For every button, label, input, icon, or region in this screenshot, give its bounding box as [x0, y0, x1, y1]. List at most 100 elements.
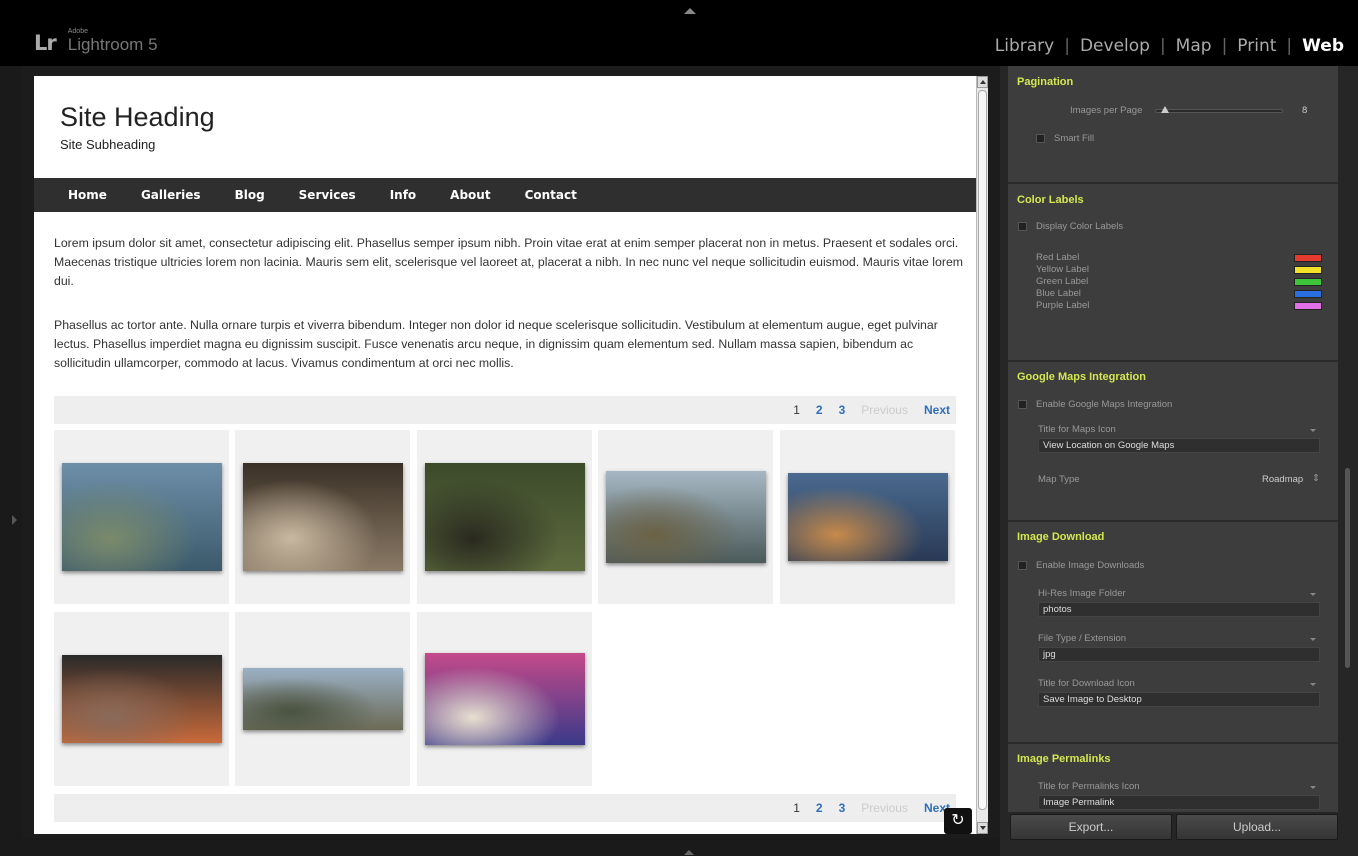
pagination-bottom: 1 2 3 Previous Next — [54, 794, 956, 822]
images-per-page-value[interactable]: 8 — [1302, 105, 1307, 116]
display-color-labels-label: Display Color Labels — [1036, 221, 1124, 232]
blue-label-swatch[interactable] — [1294, 290, 1322, 298]
chevron-down-icon[interactable] — [1310, 429, 1316, 432]
slider-handle[interactable] — [1161, 106, 1169, 113]
expand-filmstrip-arrow-icon[interactable] — [684, 850, 694, 855]
nav-services[interactable]: Services — [299, 188, 356, 202]
bottom-panel-collapsed-strip — [0, 838, 1000, 856]
stepper-icon[interactable]: ⇕ — [1312, 473, 1320, 484]
app-logo: Lr Adobe Lightroom 5 — [34, 28, 158, 54]
refresh-icon[interactable]: ↻ — [944, 808, 972, 834]
module-web[interactable]: Web — [1302, 36, 1344, 56]
previous-page-link[interactable]: Previous — [861, 801, 908, 815]
blue-label-name: Blue Label — [1036, 288, 1081, 299]
nav-info[interactable]: Info — [390, 188, 416, 202]
site-paragraph: Lorem ipsum dolor sit amet, consectetur … — [54, 236, 964, 288]
scroll-down-arrow-icon[interactable] — [977, 822, 988, 834]
hires-folder-label: Hi-Res Image Folder — [1038, 588, 1126, 599]
thumbnail-cell[interactable] — [54, 430, 229, 604]
stilt-house-photo — [61, 463, 222, 571]
yellow-label-swatch[interactable] — [1294, 266, 1322, 274]
page-3-link[interactable]: 3 — [839, 801, 846, 815]
file-type-label: File Type / Extension — [1038, 633, 1127, 644]
site-header: Site Heading Site Subheading — [34, 76, 976, 178]
river-boats-photo — [605, 471, 766, 563]
preview-scrollbar[interactable] — [976, 76, 988, 834]
top-bar: Lr Adobe Lightroom 5 Library | Develop |… — [0, 0, 1358, 66]
thumbnail-cell[interactable] — [54, 612, 229, 786]
module-print[interactable]: Print — [1237, 36, 1276, 56]
section-title[interactable]: Image Download — [1017, 531, 1104, 543]
site-heading[interactable]: Site Heading — [60, 102, 215, 133]
thumbnail-cell[interactable] — [235, 612, 410, 786]
canal-town-night-photo — [787, 473, 948, 561]
thumbnail-cell[interactable] — [417, 430, 592, 604]
purple-label-swatch[interactable] — [1294, 302, 1322, 310]
module-map[interactable]: Map — [1176, 36, 1212, 56]
scroll-up-arrow-icon[interactable] — [977, 76, 988, 88]
nav-galleries[interactable]: Galleries — [141, 188, 201, 202]
nav-about[interactable]: About — [450, 188, 490, 202]
download-icon-title-field[interactable]: Save Image to Desktop — [1038, 692, 1320, 707]
chevron-down-icon[interactable] — [1310, 593, 1316, 596]
thumbnail-cell[interactable] — [780, 430, 955, 604]
smart-fill-checkbox[interactable] — [1036, 134, 1045, 143]
section-title[interactable]: Color Labels — [1017, 194, 1084, 206]
red-label-swatch[interactable] — [1294, 254, 1322, 262]
left-panel-collapsed-strip — [0, 66, 22, 856]
permalinks-icon-title-label: Title for Permalinks Icon — [1038, 781, 1140, 792]
panel-button-bar: Export... Upload... — [1008, 812, 1338, 856]
color-labels-section: Color Labels Display Color Labels Red La… — [1008, 182, 1338, 360]
nav-home[interactable]: Home — [68, 188, 107, 202]
module-separator: | — [1286, 36, 1293, 56]
page-1-link[interactable]: 1 — [793, 403, 800, 417]
export-button[interactable]: Export... — [1010, 814, 1172, 840]
section-title[interactable]: Google Maps Integration — [1017, 371, 1146, 383]
hires-folder-field[interactable]: photos — [1038, 602, 1320, 617]
panel-scroll-thumb[interactable] — [1345, 468, 1350, 668]
thumbnail-cell[interactable] — [417, 612, 592, 786]
chevron-down-icon[interactable] — [1310, 786, 1316, 789]
upload-button[interactable]: Upload... — [1176, 814, 1338, 840]
permalinks-icon-title-field[interactable]: Image Permalink — [1038, 795, 1320, 810]
section-title[interactable]: Image Permalinks — [1017, 753, 1111, 765]
chevron-down-icon[interactable] — [1310, 683, 1316, 686]
download-icon-title-label: Title for Download Icon — [1038, 678, 1135, 689]
nav-contact[interactable]: Contact — [525, 188, 577, 202]
next-page-link[interactable]: Next — [924, 403, 950, 417]
image-permalinks-section: Image Permalinks Title for Permalinks Ic… — [1008, 742, 1338, 812]
display-color-labels-checkbox[interactable] — [1018, 222, 1027, 231]
maps-icon-title-field[interactable]: View Location on Google Maps — [1038, 438, 1320, 453]
enable-image-downloads-label: Enable Image Downloads — [1036, 560, 1145, 571]
preview-scroll-thumb[interactable] — [978, 90, 987, 810]
file-type-field[interactable]: jpg — [1038, 647, 1320, 662]
nav-blog[interactable]: Blog — [235, 188, 265, 202]
red-label-name: Red Label — [1036, 252, 1080, 263]
map-type-select[interactable]: Roadmap — [1262, 474, 1303, 485]
previous-page-link[interactable]: Previous — [861, 403, 908, 417]
enable-google-maps-label: Enable Google Maps Integration — [1036, 399, 1173, 410]
images-per-page-slider[interactable] — [1155, 109, 1283, 113]
green-label-name: Green Label — [1036, 276, 1089, 287]
enable-image-downloads-checkbox[interactable] — [1018, 561, 1027, 570]
expand-left-panel-arrow-icon[interactable] — [12, 515, 17, 525]
panel-scrollbar[interactable] — [1338, 66, 1358, 856]
thumbnail-cell[interactable] — [235, 430, 410, 604]
module-develop[interactable]: Develop — [1080, 36, 1150, 56]
fish-market-photo — [61, 655, 222, 743]
collapse-top-panel-arrow-icon[interactable] — [684, 8, 696, 14]
site-subheading[interactable]: Site Subheading — [60, 137, 155, 152]
chevron-down-icon[interactable] — [1310, 638, 1316, 641]
page-1-link[interactable]: 1 — [793, 801, 800, 815]
thumbnail-cell[interactable] — [598, 430, 773, 604]
preview-frame-edge — [990, 66, 1000, 838]
page-3-link[interactable]: 3 — [839, 403, 846, 417]
enable-google-maps-checkbox[interactable] — [1018, 400, 1027, 409]
app-name: Lightroom 5 — [67, 35, 158, 54]
module-library[interactable]: Library — [995, 36, 1054, 56]
page-2-link[interactable]: 2 — [816, 403, 823, 417]
google-maps-section: Google Maps Integration Enable Google Ma… — [1008, 360, 1338, 520]
green-label-swatch[interactable] — [1294, 278, 1322, 286]
section-title[interactable]: Pagination — [1017, 76, 1073, 88]
page-2-link[interactable]: 2 — [816, 801, 823, 815]
